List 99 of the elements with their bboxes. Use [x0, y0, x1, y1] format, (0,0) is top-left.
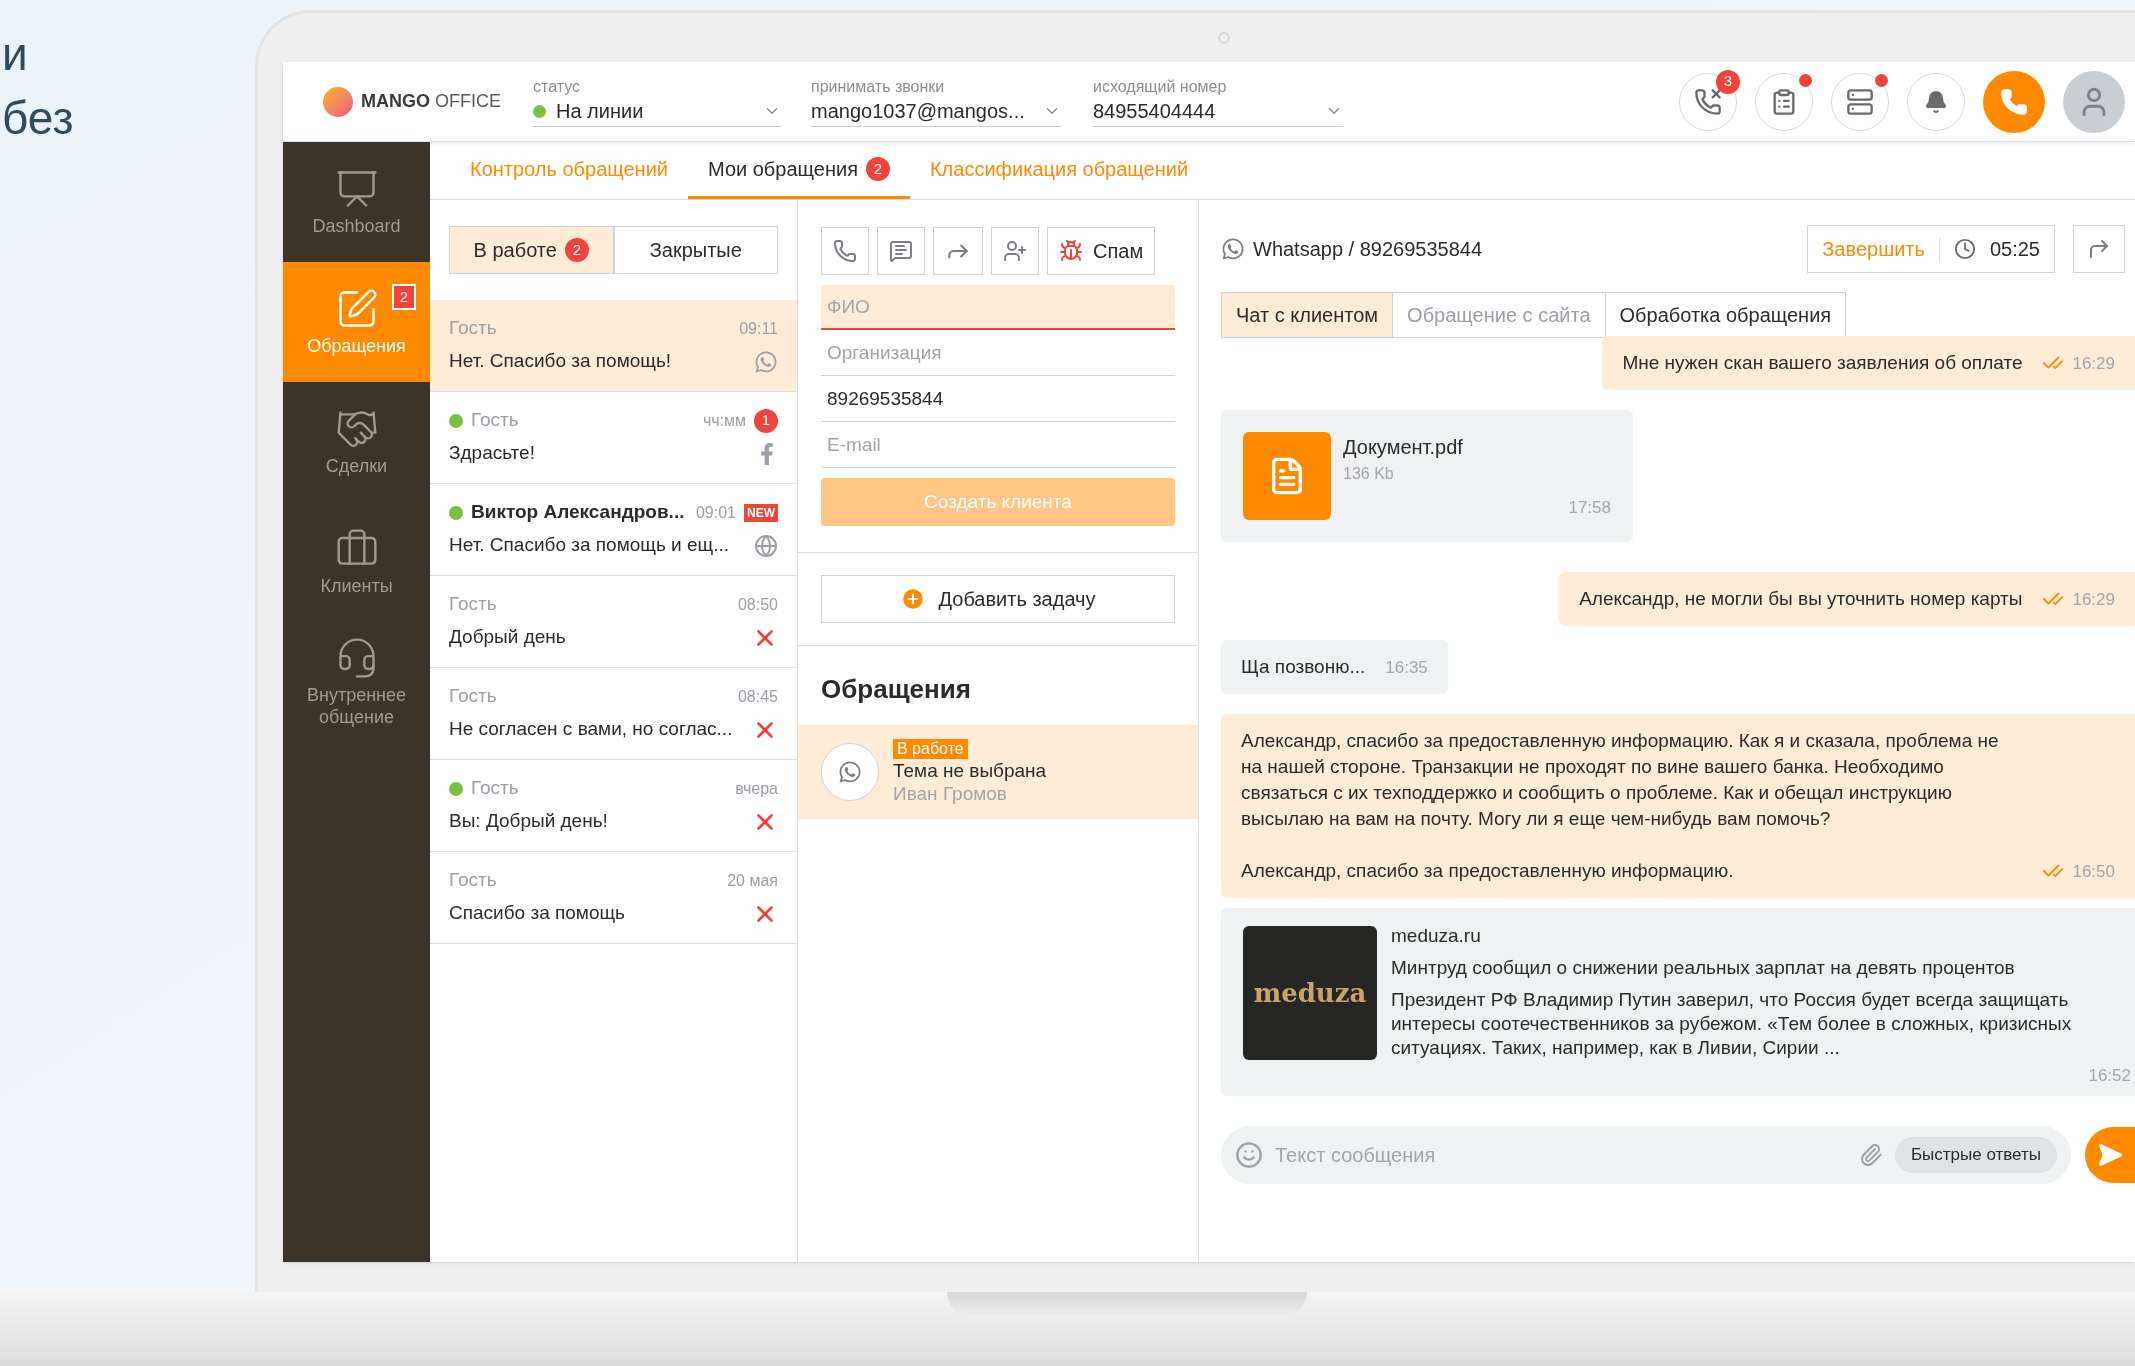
transfer-button[interactable] — [2073, 225, 2125, 273]
conversation-time: 20 мая — [727, 870, 778, 891]
contact-name: Гость — [449, 316, 498, 341]
backdrop-text: без — [1, 91, 75, 146]
message-field[interactable]: Текст сообщения Быстрые ответы — [1221, 1126, 2071, 1184]
sidebar-item[interactable]: Клиенты — [283, 502, 430, 622]
contact-name: Гость — [471, 776, 520, 801]
bug-icon — [1059, 239, 1083, 263]
add-user-icon — [1003, 239, 1027, 263]
conversation-time: 09:11 — [739, 318, 778, 339]
chat-tab[interactable]: Чат с клиентом — [1221, 292, 1394, 338]
logo-text: MANGO OFFICE — [361, 90, 501, 113]
session-timer: 05:25 — [1989, 237, 2040, 262]
filter-tab[interactable]: В работе 2 — [449, 226, 614, 274]
message-time: 17:58 — [1568, 496, 1611, 519]
conversation-time: 08:45 — [737, 686, 778, 707]
select-label: статус — [533, 76, 582, 97]
paperclip-icon[interactable] — [1858, 1143, 1883, 1167]
select-label: исходящий номер — [1093, 76, 1228, 97]
sidebar-item[interactable]: Сделки — [283, 382, 430, 502]
select-label: принимать звонки — [811, 76, 946, 97]
phone-icon — [833, 239, 857, 263]
whatsapp-icon — [1221, 237, 1245, 261]
forward-button[interactable] — [933, 227, 983, 275]
request-topic: Тема не выбрана — [893, 759, 1047, 782]
file-name: Документ.pdf — [1343, 435, 1464, 460]
last-message: Спасибо за помощь — [449, 901, 626, 926]
contact-name: Виктор Александров... — [471, 500, 686, 525]
count-badge: 2 — [865, 157, 890, 181]
count-badge: 3 — [1716, 69, 1740, 94]
contact-name: Гость — [449, 592, 498, 617]
message-time: 16:35 — [1385, 656, 1428, 679]
add-user-button[interactable] — [991, 227, 1039, 275]
filter-tab[interactable]: Закрытые — [613, 226, 778, 274]
sidebar-item[interactable]: Dashboard — [283, 142, 430, 262]
message-text: Александр, не могли бы вы уточнить номер карты — [1579, 587, 2023, 611]
chat-tab[interactable]: Обработка обращения — [1604, 292, 1847, 338]
conversation-time: 08:50 — [737, 594, 778, 615]
link-snippet: Президент РФ Владимир Путин заверил, что Россия будет всегда защищать интересы соотечественников за рубежом. «Тем более в сложных, кризисных ситуациях. Таких, например, как в Ливии, Сирии ... — [1391, 988, 2073, 1060]
clock-icon — [1953, 238, 1976, 260]
message-text: Ща позвоню... — [1241, 655, 1366, 679]
whatsapp-icon — [754, 349, 778, 374]
chat-channel: Whatsapp / 89269535844 — [1253, 237, 1484, 262]
request-item[interactable]: В работе Тема не выбрана Иван Громов — [798, 725, 1198, 819]
pdf-file-icon — [1243, 432, 1331, 520]
conversation-item[interactable]: Гость 09:11 Нет. Спасибо за помощь! — [430, 300, 797, 392]
send-button[interactable] — [2085, 1127, 2135, 1183]
contact-name: Гость — [449, 684, 498, 709]
message-time: 16:50 — [2072, 860, 2115, 883]
dropdown-select[interactable]: mango1037@mangos... — [811, 96, 1061, 127]
phone-icon — [2000, 87, 2028, 116]
status-tag: В работе — [893, 739, 968, 759]
message-text: Александр, спасибо за предоставленную информацию. Как я и сказала, проблема не на нашей стороне. Транзакции не проходят по вине вашего банка. Необходимо связаться с их техподдержко и сообщить о проблеме. Как и обещал инструкцию высылаю на вам на почту. Могу ли я еще чем-нибудь вам помочь? Александр, спасибо за предоставленную информацию. — [1241, 729, 2000, 883]
last-message: Не согласен с вами, но соглас... — [449, 717, 734, 742]
nav-tab[interactable]: Мои обращения 2 — [688, 142, 910, 199]
bell-icon — [1924, 89, 1948, 114]
site-name[interactable]: meduza.ru — [1391, 924, 2131, 948]
sidebar-item[interactable]: Обращения 2 — [283, 262, 430, 382]
new-tag: NEW — [744, 503, 778, 522]
spam-button[interactable]: Спам — [1047, 227, 1156, 275]
last-message: Нет. Спасибо за помощь и ещ... — [449, 533, 730, 558]
input-field[interactable]: ФИО — [821, 285, 1175, 330]
arrow-icon — [2087, 237, 2111, 261]
message-time: 16:29 — [2072, 352, 2115, 375]
dropdown-select[interactable]: 84955404444 — [1093, 96, 1343, 127]
link-headline: Минтруд сообщил о снижении реальных зарплат на девять процентов — [1391, 956, 2016, 980]
file-size: 136 Kb — [1343, 464, 1395, 484]
last-message: Нет. Спасибо за помощь! — [449, 349, 673, 374]
message-text: Мне нужен скан вашего заявления об оплате — [1622, 351, 2023, 375]
list-icon — [1846, 87, 1874, 116]
backdrop-text: и — [1, 27, 29, 82]
section-title: Обращения — [820, 673, 972, 706]
dropdown-select[interactable]: На линии — [533, 96, 781, 127]
message-time: 16:29 — [2072, 588, 2115, 611]
globe-icon — [754, 533, 778, 558]
message-icon — [889, 239, 913, 263]
quick-replies-button[interactable]: Быстрые ответы — [1894, 1137, 2057, 1173]
send-icon — [2097, 1142, 2123, 1168]
count-badge: 2 — [392, 284, 416, 310]
sidebar-item[interactable]: Внутреннее общение — [283, 622, 430, 742]
emoji-icon[interactable] — [1235, 1141, 1263, 1169]
last-message: Вы: Добрый день! — [449, 809, 609, 834]
missed-call-icon — [1694, 87, 1722, 116]
add-task-button[interactable]: Добавить задачу — [821, 575, 1175, 623]
contact-name: Гость — [471, 408, 520, 433]
message-time: 16:52 — [2088, 1065, 2131, 1087]
last-message: Добрый день — [449, 625, 567, 650]
conversation-time: чч:мм — [702, 410, 746, 431]
request-person: Иван Громов — [893, 782, 1007, 805]
count-badge: 2 — [564, 238, 589, 262]
site-logo-text: meduza — [1253, 976, 1367, 1010]
mango-logo-icon — [323, 86, 353, 117]
call-button[interactable] — [821, 227, 869, 275]
message-button[interactable] — [877, 227, 925, 275]
count-badge: 1 — [754, 408, 778, 433]
contact-name: Гость — [449, 868, 498, 893]
conversation-time: 09:01 — [695, 502, 736, 523]
conversation-time: вчера — [735, 778, 778, 799]
last-message: Здрасьте! — [449, 441, 536, 466]
